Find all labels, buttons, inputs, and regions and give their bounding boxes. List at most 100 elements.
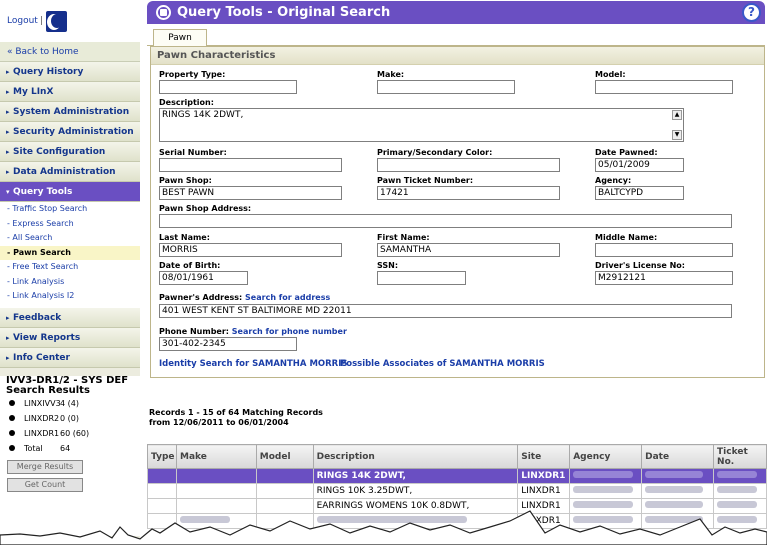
ivv-label: IVV3-DR1/2 - SYS DEF	[6, 374, 129, 386]
get-count-button[interactable]: Get Count	[7, 477, 83, 492]
col-agency[interactable]: Agency	[569, 444, 643, 469]
bullet-icon	[9, 430, 15, 436]
table-row[interactable]: RINGS 14K 2DWT, LINXDR1	[147, 468, 767, 484]
model-input[interactable]	[595, 80, 733, 94]
records-summary: Records 1 - 15 of 64 Matching Records fr…	[149, 408, 323, 428]
nav-system-administration[interactable]: ▸ System Administration	[0, 102, 140, 122]
date-pawned-label: Date Pawned:	[595, 148, 658, 157]
property-type-input[interactable]	[159, 80, 297, 94]
cell-description: RINGS 14K 2DWT,	[312, 468, 519, 484]
bullet-icon	[9, 400, 15, 406]
col-model[interactable]: Model	[255, 444, 314, 469]
tab-bar: Pawn	[147, 27, 765, 47]
pawner-address-label: Pawner's Address: Search for address	[159, 293, 330, 302]
result-name: Total	[24, 443, 43, 453]
back-to-home-link[interactable]: « Back to Home	[0, 42, 140, 62]
col-make[interactable]: Make	[175, 444, 257, 469]
chevron-down-icon: ▾	[6, 188, 10, 196]
nav-query-tools[interactable]: ▾ Query Tools	[0, 182, 140, 202]
cell-ticket	[713, 468, 767, 484]
nav-feedback[interactable]: ▸ Feedback	[0, 307, 140, 328]
chevron-right-icon: ▸	[6, 353, 10, 362]
sub-free-text-search[interactable]: - Free Text Search	[0, 260, 140, 275]
drivers-license-label: Driver's License No:	[595, 261, 685, 270]
chevron-right-icon: ▸	[6, 333, 10, 342]
sub-link-analysis-i2[interactable]: - Link Analysis I2	[0, 289, 140, 304]
ticket-number-input[interactable]: 17421	[377, 186, 560, 200]
result-name: LINXDR1	[24, 428, 60, 438]
logout-bar: Logout |	[0, 0, 140, 42]
drivers-license-input[interactable]: M2912121	[595, 271, 733, 285]
sub-pawn-search[interactable]: - Pawn Search	[0, 245, 140, 260]
agency-input[interactable]: BALTCYPD	[595, 186, 684, 200]
col-date[interactable]: Date	[641, 444, 715, 469]
sidebar: Logout | « Back to Home ▸ Query History ▸…	[0, 0, 140, 545]
possible-associates-link[interactable]: Possible Associates of SAMANTHA MORRIS	[340, 359, 545, 369]
result-value: 4 (4)	[60, 398, 79, 408]
color-input[interactable]	[377, 158, 560, 172]
pawn-shop-input[interactable]: BEST PAWN	[159, 186, 342, 200]
result-name: LINXIVV3	[24, 398, 61, 408]
result-name: LINXDR2	[24, 413, 60, 423]
nav-label: View Reports	[13, 332, 81, 343]
last-name-input[interactable]: MORRIS	[159, 243, 342, 257]
logout-link[interactable]: Logout	[7, 16, 38, 26]
col-type[interactable]: Type	[147, 444, 177, 469]
sub-express-search[interactable]: - Express Search	[0, 216, 140, 231]
col-ticket-no[interactable]: Ticket No.	[713, 444, 767, 469]
cell-make	[175, 468, 257, 484]
sub-all-search[interactable]: - All Search	[0, 231, 140, 246]
nav-label: System Administration	[13, 107, 130, 117]
date-pawned-input[interactable]: 05/01/2009	[595, 158, 684, 172]
serial-number-input[interactable]	[159, 158, 342, 172]
nav-query-history[interactable]: ▸ Query History	[0, 62, 140, 82]
model-label: Model:	[595, 70, 626, 79]
nav-label: Security Administration	[13, 127, 134, 137]
col-description[interactable]: Description	[312, 444, 519, 469]
sub-link-analysis[interactable]: - Link Analysis	[0, 274, 140, 289]
phone-text: Phone Number:	[159, 327, 229, 336]
sub-traffic-stop-search[interactable]: - Traffic Stop Search	[0, 202, 140, 217]
search-results-heading: Search Results	[6, 384, 90, 396]
result-value: 0 (0)	[60, 413, 79, 423]
merge-results-button[interactable]: Merge Results	[7, 459, 83, 474]
chevron-right-icon: ▸	[6, 108, 10, 116]
identity-search-link[interactable]: Identity Search for SAMANTHA MORRIS	[159, 359, 348, 369]
middle-name-label: Middle Name:	[595, 233, 658, 242]
panel-title: Pawn Characteristics	[151, 47, 764, 65]
nav-view-reports[interactable]: ▸ View Reports	[0, 327, 140, 348]
pawner-address-input[interactable]: 401 WEST KENT ST BALTIMORE MD 22011	[159, 304, 732, 318]
cell-ticket	[713, 483, 767, 499]
col-site[interactable]: Site	[517, 444, 571, 469]
table-row[interactable]: RINGS 10K 3.25DWT, LINXDR1	[147, 483, 767, 499]
nav-site-configuration[interactable]: ▸ Site Configuration	[0, 142, 140, 162]
cell-type	[147, 468, 177, 484]
pawn-shop-label: Pawn Shop:	[159, 176, 212, 185]
tab-pawn[interactable]: Pawn	[153, 29, 207, 47]
middle-name-input[interactable]	[595, 243, 733, 257]
search-results-list: LINXIVV3 4 (4) LINXDR2 0 (0) LINXDR1 60 (60…	[0, 395, 140, 456]
description-textarea[interactable]: RINGS 14K 2DWT, ▲ ▼	[159, 108, 684, 142]
shop-address-input[interactable]	[159, 214, 732, 228]
nav-info-center[interactable]: ▸ Info Center	[0, 347, 140, 368]
help-icon[interactable]: ?	[742, 3, 761, 22]
nav-label: Query History	[13, 67, 84, 77]
first-name-input[interactable]: SAMANTHA	[377, 243, 560, 257]
search-phone-link[interactable]: Search for phone number	[232, 327, 347, 336]
chevron-right-icon: ▸	[6, 88, 10, 96]
cell-agency	[569, 468, 643, 484]
search-address-link[interactable]: Search for address	[245, 293, 330, 302]
ssn-input[interactable]	[377, 271, 466, 285]
cell-description: RINGS 10K 3.25DWT,	[312, 483, 519, 499]
nav-label: Info Center	[13, 352, 70, 363]
nav-my-linx[interactable]: ▸ My LInX	[0, 82, 140, 102]
scroll-down-icon[interactable]: ▼	[672, 130, 682, 140]
dob-label: Date of Birth:	[159, 261, 221, 270]
phone-input[interactable]: 301-402-2345	[159, 337, 297, 351]
result-row: LINXDR2 0 (0)	[6, 411, 140, 426]
dob-input[interactable]: 08/01/1961	[159, 271, 248, 285]
nav-data-administration[interactable]: ▸ Data Administration	[0, 162, 140, 182]
make-input[interactable]	[377, 80, 515, 94]
nav-security-administration[interactable]: ▸ Security Administration	[0, 122, 140, 142]
scroll-up-icon[interactable]: ▲	[672, 110, 682, 120]
